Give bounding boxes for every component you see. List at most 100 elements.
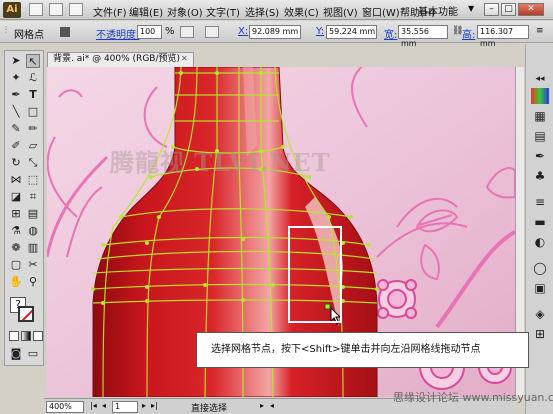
free-transform-tool-icon[interactable]: ⬚ — [26, 173, 40, 187]
none-mode-icon[interactable] — [33, 331, 43, 341]
watermark-bottom: 思缘设计论坛 www.missyuan.com — [393, 391, 553, 404]
paintbrush-tool-icon[interactable]: ✎ — [9, 122, 23, 136]
panel-dock: ◂◂ ▦ ▤ ✒ ♣ ≡ ▬ ◐ ◯ ▣ ◈ ⊞ — [525, 44, 553, 414]
tools-panel: ➤ ↖ ✦ ℒ ✒ T ╲ □ ✎ ✏ ✐ ▱ ↻ ⤡ ⋈ ⬚ ◪ ⌗ ⊞ ▤ … — [4, 50, 44, 366]
align-icon[interactable] — [180, 26, 194, 38]
rectangle-tool-icon[interactable]: □ — [26, 105, 40, 119]
menu-type[interactable]: 文字(T) — [206, 4, 240, 19]
slice-tool-icon[interactable]: ✂ — [26, 258, 40, 272]
panel-menu-icon[interactable]: ≡ — [536, 26, 544, 36]
width-tool-icon[interactable]: ⋈ — [9, 173, 23, 187]
control-bar: ⋮ 网格点 不透明度: 100 % X: 92.089 mm Y: 59.224… — [0, 21, 553, 48]
selected-mesh-node — [324, 303, 331, 310]
close-button[interactable]: ✕ — [518, 3, 544, 16]
opacity-unit: % — [165, 26, 175, 37]
direct-selection-tool-icon[interactable]: ↖ — [26, 54, 40, 68]
status-text[interactable]: 直接选择 — [191, 401, 227, 414]
watermark-top: 腾龍视 TLVI.NET — [110, 148, 331, 177]
graphic-styles-icon[interactable]: ▣ — [531, 280, 549, 296]
layers-panel-icon[interactable]: ◈ — [531, 306, 549, 322]
width-input[interactable]: 35.556 mm — [398, 25, 448, 48]
opacity-input[interactable]: 100 — [137, 25, 162, 39]
last-artboard-icon[interactable]: ▸| — [151, 401, 158, 410]
menu-effect[interactable]: 效果(C) — [284, 4, 319, 19]
workspace-switcher[interactable]: 基本功能 — [418, 3, 458, 18]
menu-window[interactable]: 窗口(W) — [362, 4, 400, 19]
artboard-number-input[interactable]: 1 — [112, 401, 138, 413]
perspective-grid-tool-icon[interactable]: ⌗ — [26, 190, 40, 204]
gradient-panel-icon[interactable]: ▬ — [531, 214, 549, 230]
shape-builder-tool-icon[interactable]: ◪ — [9, 190, 23, 204]
color-mode-icon[interactable] — [9, 331, 19, 341]
first-artboard-icon[interactable]: |◂ — [90, 401, 97, 410]
next-artboard-icon[interactable]: ▸ — [142, 401, 146, 410]
menu-view[interactable]: 视图(V) — [323, 4, 358, 19]
arrange-documents-icon[interactable] — [49, 3, 63, 16]
scroll-left-icon[interactable]: ◂ — [270, 401, 274, 410]
screen-mode-icon[interactable] — [69, 3, 83, 16]
collapse-panels-icon[interactable]: ◂◂ — [531, 71, 549, 87]
stroke-panel-icon[interactable]: ≡ — [531, 194, 549, 210]
document-tab[interactable]: 背景. ai* @ 400% (RGB/预览) — [47, 52, 194, 67]
lasso-tool-icon[interactable]: ℒ — [26, 71, 40, 85]
magic-wand-tool-icon[interactable]: ✦ — [9, 71, 23, 85]
gradient-mode-icon[interactable] — [21, 331, 31, 341]
y-label[interactable]: Y: — [316, 26, 324, 37]
restore-button[interactable]: □ — [501, 3, 516, 16]
appearance-panel-icon[interactable]: ◯ — [531, 260, 549, 276]
opacity-label[interactable]: 不透明度: — [96, 26, 139, 41]
mesh-tool-icon[interactable]: ⊞ — [9, 207, 23, 221]
selection-tool-icon[interactable]: ➤ — [9, 54, 23, 68]
type-tool-icon[interactable]: T — [26, 88, 40, 102]
transparency-panel-icon[interactable]: ◐ — [531, 234, 549, 250]
color-guide-icon[interactable]: ▦ — [531, 108, 549, 124]
close-tab-icon[interactable]: ✕ — [181, 54, 188, 63]
eyedropper-tool-icon[interactable]: ⚗ — [9, 224, 23, 238]
brushes-icon[interactable]: ✒ — [531, 148, 549, 164]
color-panel-icon[interactable] — [531, 88, 549, 104]
bridge-icon[interactable] — [29, 3, 43, 16]
stroke-none-icon[interactable] — [18, 306, 34, 322]
width-label[interactable]: 宽: — [384, 26, 397, 41]
artboard-tool-icon[interactable]: ▢ — [9, 258, 23, 272]
gripper-icon: ⋮ — [2, 25, 10, 34]
status-menu-icon[interactable]: ▸ — [260, 401, 264, 410]
menu-file[interactable]: 文件(F) — [93, 4, 127, 19]
zoom-select[interactable]: 400% — [46, 401, 84, 413]
pencil-tool-icon[interactable]: ✏ — [26, 122, 40, 136]
tool-name-label: 网格点 — [14, 30, 44, 41]
screen-mode-icon[interactable]: ▭ — [26, 347, 40, 361]
reference-point-icon[interactable] — [205, 26, 219, 38]
chevron-down-icon[interactable]: ▼ — [468, 4, 474, 13]
prev-artboard-icon[interactable]: ◂ — [102, 401, 106, 410]
menu-object[interactable]: 对象(O) — [167, 4, 203, 19]
draw-normal-icon[interactable]: ◙ — [9, 347, 23, 361]
scale-tool-icon[interactable]: ⤡ — [26, 156, 40, 170]
symbols-icon[interactable]: ♣ — [531, 168, 549, 184]
line-tool-icon[interactable]: ╲ — [9, 105, 23, 119]
symbol-sprayer-tool-icon[interactable]: ❁ — [9, 241, 23, 255]
minimize-button[interactable]: – — [484, 3, 499, 16]
gradient-tool-icon[interactable]: ▤ — [26, 207, 40, 221]
y-input[interactable]: 59.224 mm — [326, 25, 377, 39]
instruction-callout: 选择网格节点，按下<Shift>键单击并向左沿网格线拖动节点 — [196, 332, 529, 368]
menu-select[interactable]: 选择(S) — [245, 4, 279, 19]
hand-tool-icon[interactable]: ✋ — [9, 275, 23, 289]
zoom-tool-icon[interactable]: ⚲ — [26, 275, 40, 289]
blob-brush-tool-icon[interactable]: ✐ — [9, 139, 23, 153]
x-label[interactable]: X: — [238, 26, 248, 37]
column-graph-tool-icon[interactable]: ▥ — [26, 241, 40, 255]
swatches-icon[interactable]: ▤ — [531, 128, 549, 144]
x-input[interactable]: 92.089 mm — [249, 25, 301, 39]
artboards-panel-icon[interactable]: ⊞ — [531, 326, 549, 342]
pen-tool-icon[interactable]: ✒ — [9, 88, 23, 102]
blend-tool-icon[interactable]: ◍ — [26, 224, 40, 238]
eraser-tool-icon[interactable]: ▱ — [26, 139, 40, 153]
app-logo: Ai — [3, 2, 21, 18]
height-input[interactable]: 116.307 mm — [477, 25, 529, 48]
height-label[interactable]: 高: — [462, 26, 475, 41]
rotate-tool-icon[interactable]: ↻ — [9, 156, 23, 170]
menu-edit[interactable]: 编辑(E) — [129, 4, 163, 19]
menu-bar: Ai 文件(F) 编辑(E) 对象(O) 文字(T) 选择(S) 效果(C) 视… — [0, 0, 553, 20]
fill-swatch-icon[interactable] — [60, 27, 70, 37]
